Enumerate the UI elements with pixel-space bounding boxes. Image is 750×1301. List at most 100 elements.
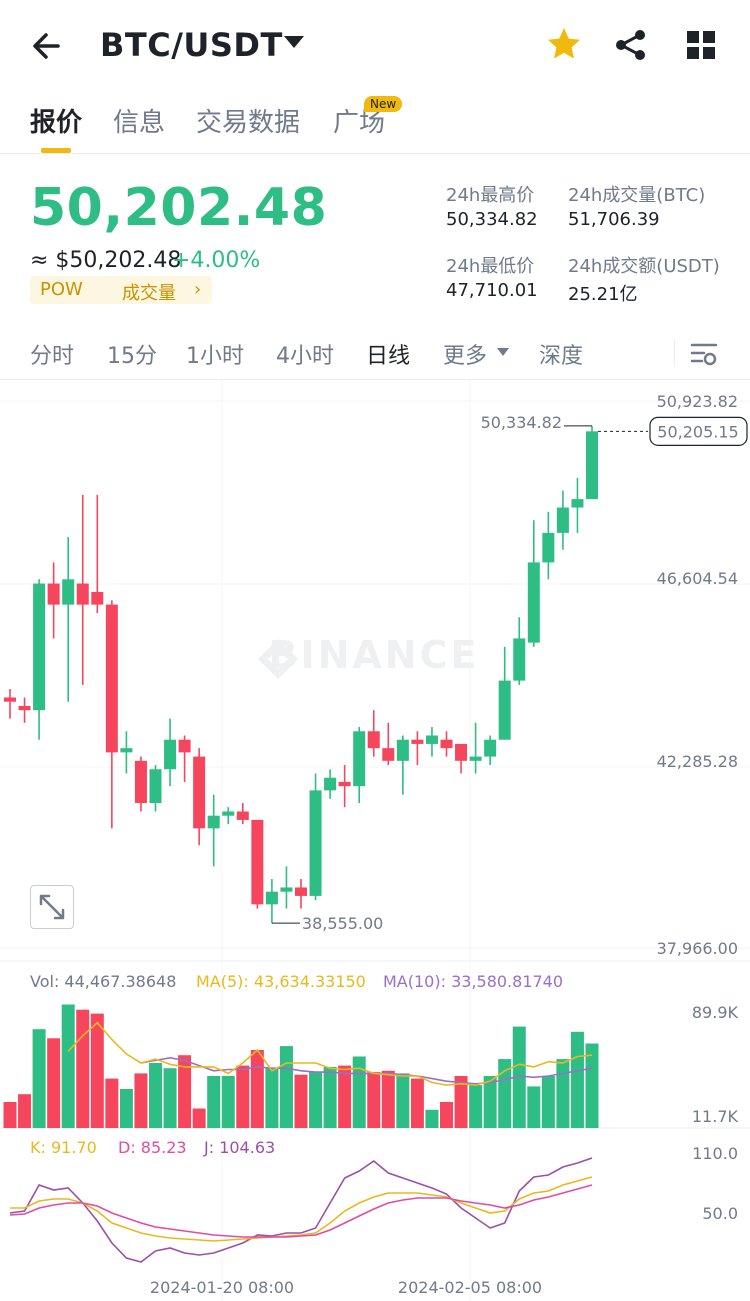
stat-vol-usdt-label: 24h成交额(USDT) [568,256,720,277]
share-icon[interactable] [614,28,648,62]
volume-bar [381,1070,395,1128]
tag-volume: 成交量 [122,283,176,304]
chart-axes: 50,334.82 38,555.00 50,205.15 50,923.82 46,6… [150,392,748,1297]
candle-body [164,739,177,770]
chart-settings-icon[interactable] [690,340,718,368]
more-caret-icon [497,348,509,356]
candle-body [91,591,104,605]
candle-body [120,748,133,753]
stat-high-label: 24h最高价 [446,185,535,206]
candle-body [484,739,497,757]
date-axis-label: 2024-01-20 08:00 [150,1278,294,1297]
volume-bar [61,1004,75,1128]
interval-1h[interactable]: 1小时 [186,338,244,370]
candle-body [571,499,584,508]
back-arrow-icon[interactable] [28,24,68,68]
candle-body [178,739,191,753]
volume-axis-label: 11.7K [692,1107,739,1126]
top-bar: BTC/USDT [0,0,750,92]
volume-bar [221,1076,235,1128]
interval-depth[interactable]: 深度 [539,338,583,370]
tab-trading-data[interactable]: 交易数据 [196,102,300,139]
candle-body [353,731,366,787]
caret-down-icon[interactable] [284,36,304,48]
chevron-right-icon: › [194,279,202,300]
vol-ma10-label: MA(10): 33,580.81740 [383,972,564,991]
candle-body [498,680,511,740]
volume-bar [265,1068,279,1128]
stat-vol-usdt-value: 25.21亿 [568,284,638,305]
candle-body [367,731,380,749]
volume-bar [425,1109,439,1128]
interval-15m[interactable]: 15分 [107,338,157,370]
new-badge: New [364,96,403,112]
interval-more[interactable]: 更多 [443,338,487,370]
max-price-label: 50,334.82 [481,413,562,432]
last-price: 50,202.48 [30,178,328,238]
price-axis-label: 37,966.00 [657,939,738,958]
candle-body [4,697,16,702]
volume-bar [236,1065,250,1128]
interval-bar: 分时 15分 1小时 4小时 日线 更多 深度 [0,330,750,380]
price-axis-label: 50,923.82 [657,392,738,411]
candle-body [556,507,569,533]
candle-body [542,532,555,563]
candle-body [236,811,249,820]
pair-title[interactable]: BTC/USDT [100,26,283,64]
volume-bar [105,1078,119,1128]
volume-bar [323,1066,337,1128]
expand-icon [39,894,65,920]
volume-bar [556,1059,570,1128]
stat-vol-btc-value: 51,706.39 [568,209,660,230]
volume-bar [570,1031,584,1128]
candle-body [513,638,526,681]
current-price-value: 50,205.15 [657,422,738,441]
volume-bar [47,1038,61,1128]
candle-body [309,790,322,896]
stat-low-value: 47,710.01 [446,280,538,301]
volume-bar [90,1013,104,1128]
kdj-axis-label: 50.0 [702,1204,738,1223]
tab-quote[interactable]: 报价 [30,102,82,139]
volume-bar [352,1056,366,1128]
min-price-label: 38,555.00 [302,914,383,933]
volume-bar [149,1063,162,1128]
candle-body [149,769,162,804]
date-axis-label: 2024-02-05 08:00 [398,1278,542,1297]
interval-4h[interactable]: 4小时 [276,338,334,370]
kdj-j-label: J: 104.63 [204,1138,276,1157]
candle-body [207,815,220,829]
tag-pow: POW [40,279,83,300]
volume-bar [192,1108,206,1128]
grid-icon[interactable] [686,30,716,60]
stat-vol-btc-label: 24h成交量(BTC) [568,185,706,206]
volume-axis-label: 89.9K [692,1003,739,1022]
interval-1d[interactable]: 日线 [366,338,410,370]
candle-body [251,819,264,905]
volume-bar [18,1094,32,1128]
candle-body [193,756,206,829]
tag-box[interactable]: POW 成交量 › [30,276,212,304]
volume-bar [250,1050,264,1128]
candle-body [586,431,598,500]
star-icon[interactable] [546,26,582,62]
candle-body [47,583,60,605]
candle-body [33,583,46,711]
volume-bar [338,1065,352,1128]
volume-bar [76,1009,90,1128]
volume-series [3,1004,599,1128]
candle-body [425,735,438,744]
kline-chart[interactable]: BINANCE 50,334.82 38,555.00 50,205.15 50,92… [0,381,750,1301]
price-axis-label: 42,285.28 [657,752,738,771]
tab-info[interactable]: 信息 [113,102,165,139]
candle-body [469,756,482,761]
candle-body [382,748,395,761]
interval-time-share[interactable]: 分时 [30,338,74,370]
candle-body [455,743,468,761]
volume-bar [527,1086,541,1128]
expand-chart-button[interactable] [30,885,74,929]
volume-bar [410,1078,424,1128]
volume-bar [3,1102,17,1128]
volume-bar [279,1046,293,1128]
volume-bar [396,1073,410,1128]
